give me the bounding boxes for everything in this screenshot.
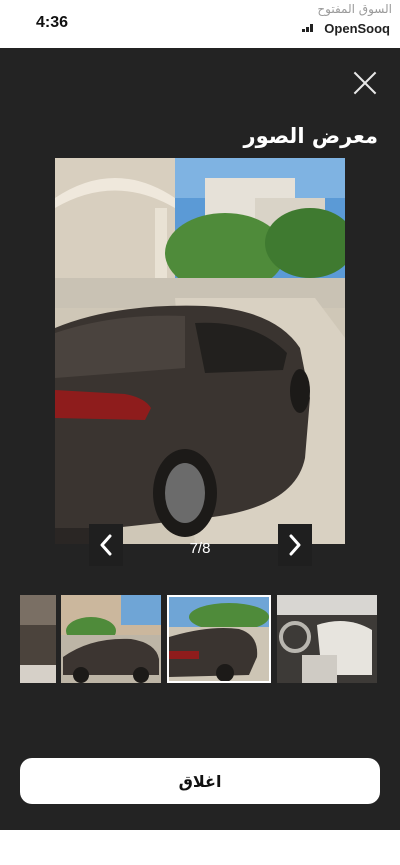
watermark-arabic: السوق المفتوح [317,2,392,16]
thumbnail-car-rear-view[interactable] [167,595,271,683]
thumbnail-strip [0,595,400,687]
next-photo-button[interactable] [278,524,312,566]
close-gallery-button[interactable]: اغلاق [20,758,380,804]
photo-gallery-modal: معرض الصور 7/8 اغلاق [0,48,400,830]
main-photo [55,158,345,544]
watermark-logo: OpenSooq [320,20,394,37]
car-photo-image [55,158,345,544]
status-time: 4:36 [36,14,69,31]
thumbnail-car-interior[interactable] [20,595,56,683]
chevron-right-icon [289,534,301,556]
gallery-title: معرض الصور [243,124,378,148]
close-icon[interactable] [352,70,378,96]
thumbnail-car-front-seats[interactable] [277,595,377,683]
status-bar: 4:36 السوق المفتوح OpenSooq [0,0,400,48]
signal-icon [302,24,316,32]
photo-counter: 7/8 [189,540,211,557]
thumbnail-car-side-view[interactable] [61,595,161,683]
